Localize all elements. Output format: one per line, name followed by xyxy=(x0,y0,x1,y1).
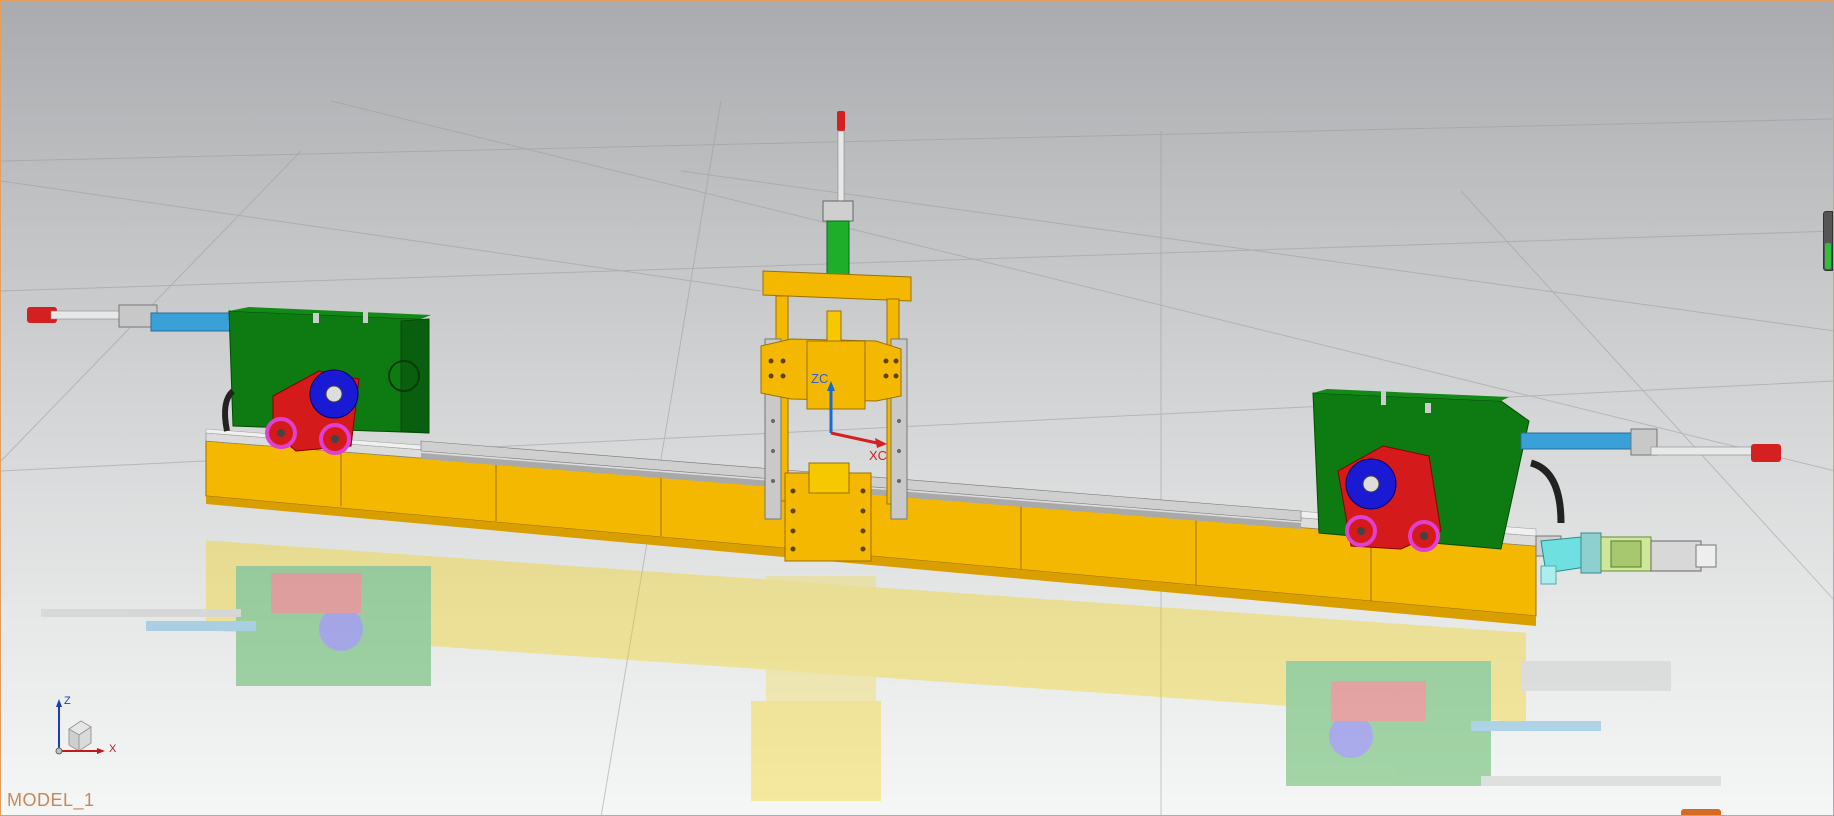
view-gauge-fill xyxy=(1825,243,1831,269)
right-clamp-housing[interactable] xyxy=(1312,389,1565,552)
left-cylinder[interactable] xyxy=(27,304,232,332)
central-portal[interactable] xyxy=(760,111,912,562)
triad-z-label: Z xyxy=(64,695,71,707)
triad-x-label: X xyxy=(109,743,117,755)
wcs-zc-label: ZC xyxy=(811,371,828,386)
servo-drive[interactable] xyxy=(1535,532,1717,585)
graphics-viewport[interactable]: ZC XC Z X MODEL_1 xyxy=(0,0,1834,816)
right-cylinder[interactable] xyxy=(1520,428,1781,462)
model-name-label: MODEL_1 xyxy=(7,790,95,810)
corner-accent xyxy=(1681,809,1721,815)
wcs-xc-label: XC xyxy=(869,448,887,463)
view-gauge[interactable] xyxy=(1823,211,1833,271)
axis-triad: Z X xyxy=(51,693,121,763)
model-scene[interactable]: ZC XC xyxy=(1,1,1834,816)
left-clamp-housing[interactable] xyxy=(222,307,431,455)
